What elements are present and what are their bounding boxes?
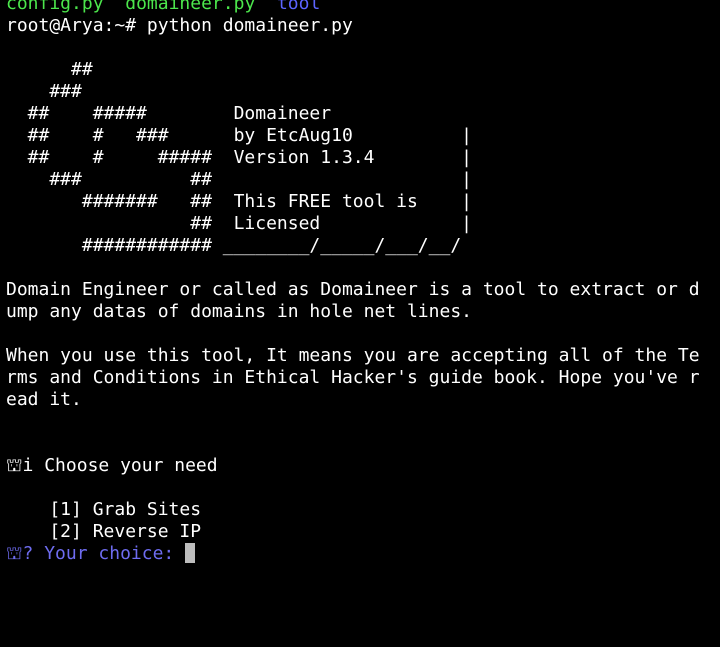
menu-heading: ⛫i Choose your need — [6, 455, 218, 476]
banner-line: ## # ### by EtcAug10 | — [6, 125, 472, 146]
description-line: Domain Engineer or called as Domaineer i… — [6, 279, 700, 300]
banner-line: ## # ##### Version 1.3.4 | — [6, 147, 472, 168]
banner-line: ## ##### Domaineer — [6, 103, 332, 124]
terminal-cursor[interactable] — [185, 543, 196, 563]
ls-output-line: config.py domaineer.py tool — [6, 0, 718, 15]
menu-option-reverse-ip: [2] Reverse IP — [6, 521, 202, 542]
terminal-window[interactable]: config.py domaineer.py tool root@Arya:~#… — [6, 0, 718, 565]
banner-line: ### — [6, 81, 82, 102]
banner-line: ####### ## This FREE tool is | — [6, 191, 472, 212]
banner-line: ### ## | — [6, 169, 472, 190]
shell-prompt: root@Arya:~# — [6, 15, 137, 36]
description-line: ump any datas of domains in hole net lin… — [6, 301, 472, 322]
choice-input-line[interactable]: ⛫? Your choice: — [6, 543, 718, 565]
terms-line: ead it. — [6, 389, 82, 410]
ls-dir-tool: tool — [276, 0, 321, 14]
banner-line: ############ ________/_____/___/__/ — [6, 235, 462, 256]
choice-prompt: ⛫? Your choice: — [6, 543, 186, 564]
terms-line: When you use this tool, It means you are… — [6, 345, 700, 366]
ls-file-domaineer: domaineer.py — [125, 0, 256, 14]
shell-command: python domaineer.py — [146, 15, 353, 36]
banner-line: ## Licensed | — [6, 213, 472, 234]
ls-file-config: config.py — [6, 0, 104, 14]
banner-line: ## — [6, 59, 93, 80]
command-line: root@Arya:~# python domaineer.py — [6, 15, 718, 37]
terms-line: rms and Conditions in Ethical Hacker's g… — [6, 367, 700, 388]
menu-option-grab-sites: [1] Grab Sites — [6, 499, 202, 520]
